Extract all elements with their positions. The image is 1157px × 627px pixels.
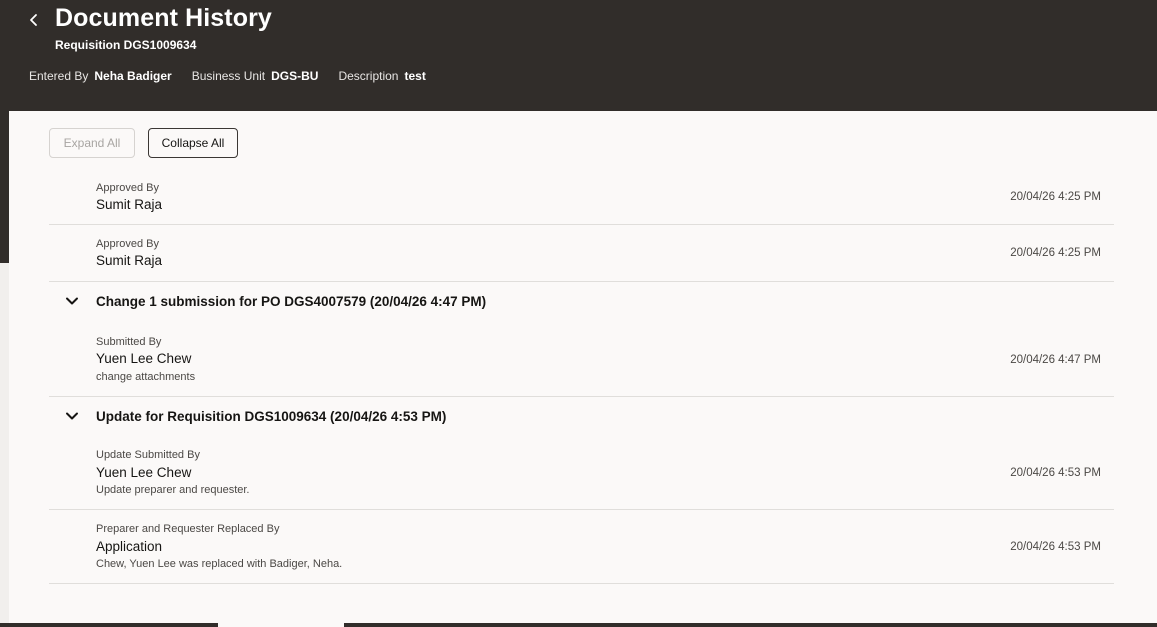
entry-timestamp: 20/04/26 4:25 PM — [1010, 191, 1101, 203]
entry-action-label: Approved By — [96, 182, 159, 194]
meta-value: test — [404, 69, 426, 83]
chevron-down-icon[interactable] — [65, 409, 79, 423]
entry-action-label: Update Submitted By — [96, 449, 200, 461]
entry-action-label: Submitted By — [96, 336, 162, 348]
group-title: Update for Requisition DGS1009634 (20/04… — [96, 409, 447, 424]
chevron-left-icon — [30, 14, 37, 26]
history-entry: Preparer and Requester Replaced By Appli… — [49, 510, 1114, 584]
meta-label: Entered By — [29, 69, 89, 83]
scroll-thumb[interactable] — [218, 623, 344, 627]
group-title: Change 1 submission for PO DGS4007579 (2… — [96, 294, 487, 309]
history-entry: Approved By Sumit Raja 20/04/26 4:25 PM — [49, 225, 1114, 282]
entry-timestamp: 20/04/26 4:53 PM — [1010, 541, 1101, 553]
entry-timestamp: 20/04/26 4:25 PM — [1010, 247, 1101, 259]
meta-business-unit: Business Unit DGS-BU — [192, 69, 319, 83]
entry-person: Sumit Raja — [96, 253, 163, 268]
history-entry: Approved By Sumit Raja 20/04/26 4:25 PM — [49, 168, 1114, 225]
history-entry: Submitted By Yuen Lee Chew change attach… — [49, 320, 1114, 397]
meta-value: DGS-BU — [271, 69, 319, 83]
entry-person: Yuen Lee Chew — [96, 465, 192, 480]
entry-action-label: Approved By — [96, 238, 159, 250]
back-button[interactable] — [22, 8, 46, 32]
entry-timestamp: 20/04/26 4:47 PM — [1010, 354, 1101, 366]
entry-person: Sumit Raja — [96, 197, 163, 212]
collapse-all-button[interactable]: Collapse All — [148, 128, 238, 158]
meta-label: Description — [338, 69, 399, 83]
bottom-scroll-indicator — [0, 623, 1157, 627]
entry-note: Update preparer and requester. — [96, 484, 250, 496]
history-entry: Update Submitted By Yuen Lee Chew Update… — [49, 435, 1114, 510]
meta-label: Business Unit — [191, 69, 266, 83]
history-panel: Expand All Collapse All Approved By Sumi… — [9, 111, 1157, 624]
entry-person: Yuen Lee Chew — [96, 351, 192, 366]
page-title: Document History — [55, 4, 272, 32]
meta-value: Neha Badiger — [94, 69, 172, 83]
entry-action-label: Preparer and Requester Replaced By — [96, 523, 280, 535]
entry-timestamp: 20/04/26 4:53 PM — [1010, 467, 1101, 479]
expand-all-button[interactable]: Expand All — [49, 128, 135, 158]
entry-person: Application — [96, 539, 163, 554]
header-meta: Entered By Neha Badiger Business Unit DGS-… — [29, 69, 426, 83]
history-group-header[interactable]: Change 1 submission for PO DGS4007579 (2… — [49, 282, 1114, 320]
meta-entered-by: Entered By Neha Badiger — [29, 69, 172, 83]
chevron-down-icon[interactable] — [65, 294, 79, 308]
history-group-header[interactable]: Update for Requisition DGS1009634 (20/04… — [49, 397, 1114, 435]
meta-description: Description test — [338, 69, 425, 83]
entry-note: change attachments — [96, 371, 196, 383]
entry-note: Chew, Yuen Lee was replaced with Badiger… — [96, 558, 343, 570]
page-subtitle: Requisition DGS1009634 — [55, 38, 197, 52]
